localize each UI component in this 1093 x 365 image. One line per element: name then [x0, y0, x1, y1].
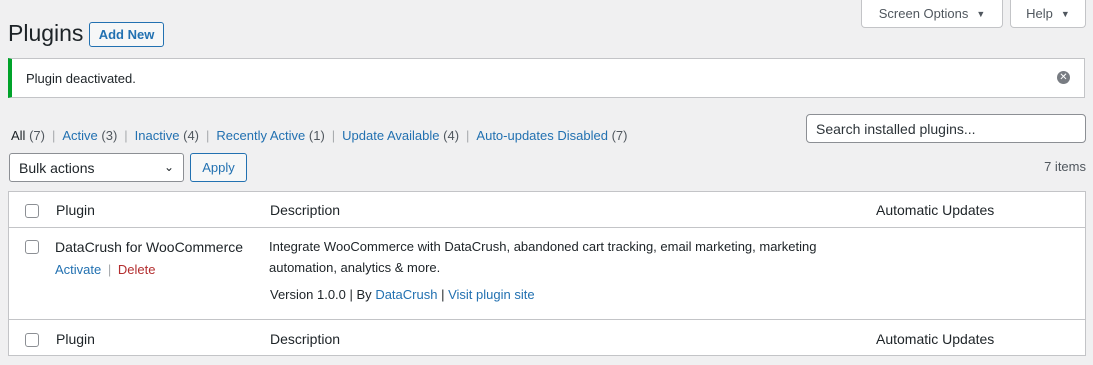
- dismiss-icon[interactable]: ✕: [1057, 71, 1070, 84]
- filter-auto-updates-disabled-count: (7): [611, 128, 628, 143]
- filter-separator: |: [331, 128, 336, 143]
- description-line: Integrate WooCommerce with DataCrush, ab…: [269, 239, 817, 254]
- column-footer-plugin[interactable]: Plugin: [56, 331, 95, 347]
- filter-inactive-count: (4): [183, 128, 199, 143]
- filter-all[interactable]: All (7): [11, 128, 45, 143]
- filter-separator: |: [466, 128, 470, 143]
- help-label: Help: [1026, 6, 1053, 21]
- column-header-description: Description: [270, 202, 341, 218]
- filter-auto-updates-disabled-label: Auto-updates Disabled: [476, 128, 608, 143]
- column-header-plugin[interactable]: Plugin: [56, 202, 95, 218]
- page-title: Plugins: [8, 20, 84, 46]
- success-notice: Plugin deactivated. ✕: [8, 58, 1085, 98]
- divider: [9, 227, 1085, 228]
- bulk-actions-select[interactable]: Bulk actions ⌄: [9, 153, 184, 182]
- screen-options-button[interactable]: Screen Options ▼: [861, 0, 1003, 28]
- plugin-name: DataCrush for WooCommerce: [55, 239, 244, 255]
- notice-message: Plugin deactivated.: [26, 70, 136, 86]
- filter-active-count: (3): [101, 128, 118, 143]
- visit-plugin-site-link[interactable]: Visit plugin site: [448, 287, 534, 302]
- screen-options-label: Screen Options: [878, 6, 969, 21]
- row-checkbox[interactable]: [25, 240, 39, 254]
- filter-active-label: Active: [62, 128, 98, 143]
- plugin-description: Integrate WooCommerce with DataCrush, ab…: [269, 236, 869, 278]
- filter-inactive-label: Inactive: [134, 128, 180, 143]
- column-footer-description: Description: [270, 331, 341, 347]
- select-all-checkbox-footer[interactable]: [25, 333, 39, 347]
- filter-all-count: (7): [29, 128, 45, 143]
- by-label: By: [356, 287, 372, 302]
- delete-link[interactable]: Delete: [118, 262, 156, 277]
- divider: [9, 319, 1085, 320]
- filter-auto-updates-disabled[interactable]: Auto-updates Disabled (7): [476, 128, 627, 143]
- filter-separator: |: [51, 128, 56, 143]
- filter-recently-active-count: (1): [308, 128, 325, 143]
- column-footer-auto-updates: Automatic Updates: [876, 331, 995, 347]
- filter-separator: |: [124, 128, 128, 143]
- filter-update-available[interactable]: Update Available (4): [342, 128, 459, 143]
- activate-link[interactable]: Activate: [55, 262, 101, 277]
- add-new-button[interactable]: Add New: [89, 22, 164, 47]
- action-separator: |: [107, 262, 112, 277]
- plugin-version: Version 1.0.0: [270, 287, 346, 302]
- filter-recently-active[interactable]: Recently Active (1): [216, 128, 324, 143]
- author-link[interactable]: DataCrush: [375, 287, 437, 302]
- filter-update-available-label: Update Available: [342, 128, 440, 143]
- apply-button[interactable]: Apply: [190, 153, 247, 182]
- plugin-status-filters: All (7) | Active (3) | Inactive (4) | Re…: [11, 128, 627, 143]
- filter-separator: |: [206, 128, 210, 143]
- chevron-down-icon: ⌄: [163, 160, 174, 174]
- select-all-checkbox[interactable]: [25, 204, 39, 218]
- caret-down-icon: ▼: [976, 8, 986, 19]
- help-button[interactable]: Help ▼: [1010, 0, 1086, 28]
- bulk-actions-selected: Bulk actions: [19, 159, 95, 176]
- description-line: automation, analytics & more.: [269, 260, 441, 275]
- column-header-auto-updates: Automatic Updates: [876, 202, 995, 218]
- filter-active[interactable]: Active (3): [62, 128, 117, 143]
- items-count: 7 items: [1044, 159, 1086, 174]
- meta-separator: |: [349, 287, 357, 302]
- plugin-meta: Version 1.0.0 | By DataCrush | Visit plu…: [270, 287, 535, 302]
- filter-update-available-count: (4): [443, 128, 460, 143]
- filter-all-label: All: [11, 128, 26, 143]
- filter-recently-active-label: Recently Active: [216, 128, 306, 143]
- filter-inactive[interactable]: Inactive (4): [135, 128, 199, 143]
- caret-down-icon: ▼: [1060, 8, 1070, 19]
- row-actions: Activate | Delete: [55, 262, 155, 277]
- search-plugins-input[interactable]: [806, 114, 1086, 143]
- plugins-table: Plugin Description Automatic Updates Dat…: [8, 191, 1086, 356]
